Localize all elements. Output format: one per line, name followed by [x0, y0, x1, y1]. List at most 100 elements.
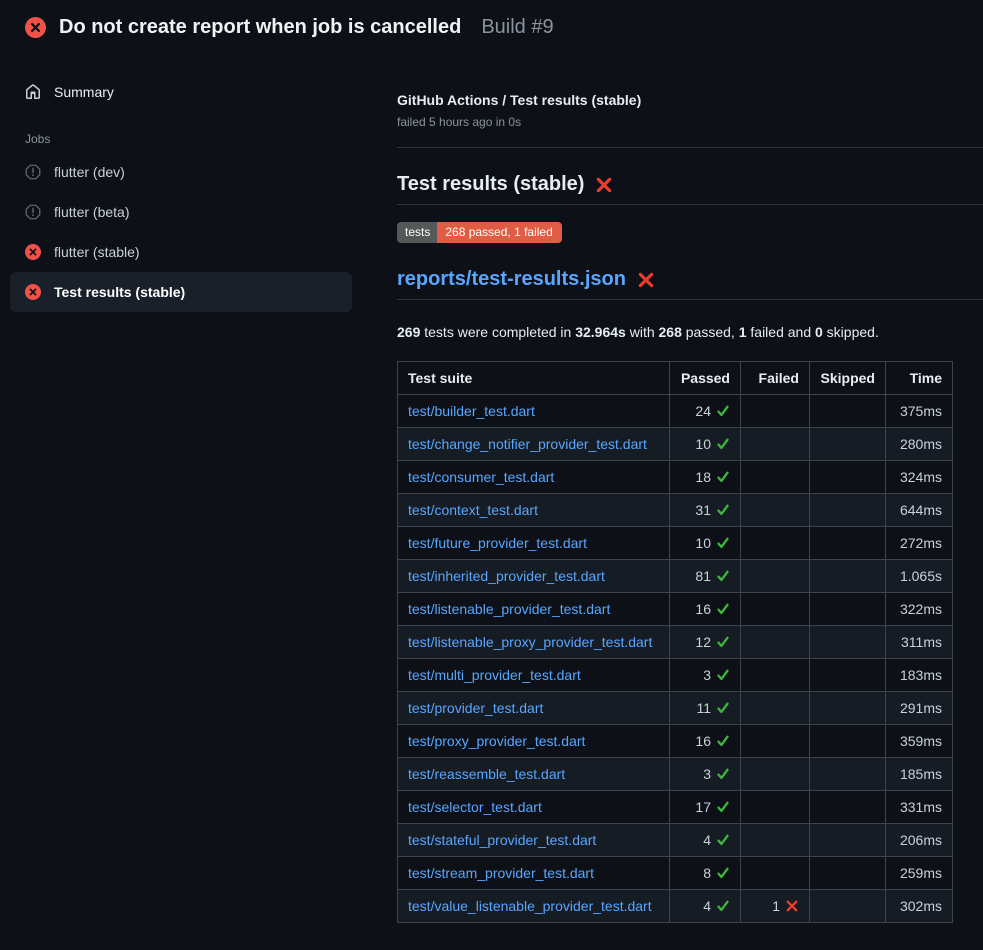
count-value: 4 [703, 832, 711, 848]
time-cell: 311ms [886, 626, 953, 659]
x-circle-icon [25, 244, 41, 260]
test-suite-link[interactable]: test/builder_test.dart [408, 403, 535, 419]
test-suite-link[interactable]: test/future_provider_test.dart [408, 535, 587, 551]
suite-cell: test/listenable_proxy_provider_test.dart [398, 626, 670, 659]
time-cell: 206ms [886, 824, 953, 857]
summary-text-part: 1 [739, 324, 747, 340]
table-row: test/future_provider_test.dart10272ms [398, 527, 953, 560]
time-cell: 183ms [886, 659, 953, 692]
skipped-cell [810, 692, 886, 725]
table-row: test/context_test.dart 31 644ms [398, 494, 953, 527]
passed-cell: 16 [670, 725, 741, 758]
test-suite-link[interactable]: test/stateful_provider_test.dart [408, 832, 596, 848]
tests-badge: tests 268 passed, 1 failed [397, 222, 562, 243]
passed-cell: 4 [670, 890, 741, 923]
test-suite-link[interactable]: test/context_test.dart [408, 502, 538, 518]
time-cell: 291ms [886, 692, 953, 725]
job-item-label: flutter (dev) [54, 163, 125, 181]
count-value: 3 [703, 766, 711, 782]
time-cell: 644ms [886, 494, 953, 527]
failed-cell [741, 626, 810, 659]
sidebar-job-item[interactable]: flutter (dev) [10, 152, 352, 192]
job-item-label: flutter (stable) [54, 243, 140, 261]
check-icon [716, 635, 730, 649]
skipped-cell [810, 494, 886, 527]
sidebar-job-item[interactable]: Test results (stable) [10, 272, 352, 312]
sidebar-job-item[interactable]: flutter (stable) [10, 232, 352, 272]
count-value: 8 [703, 865, 711, 881]
stop-octagon-icon [25, 204, 41, 220]
table-row: test/listenable_provider_test.dart16322m… [398, 593, 953, 626]
passed-cell: 10 [670, 527, 741, 560]
test-suite-link[interactable]: test/value_listenable_provider_test.dart [408, 898, 652, 914]
check-icon [716, 536, 730, 550]
column-header: Skipped [810, 362, 886, 395]
table-row: test/change_notifier_provider_test.dart1… [398, 428, 953, 461]
column-header: Passed [670, 362, 741, 395]
passed-cell: 17 [670, 791, 741, 824]
check-icon [716, 866, 730, 880]
badge-label: tests [397, 222, 437, 243]
test-suite-link[interactable]: test/multi_provider_test.dart [408, 667, 581, 683]
count-value: 1 [772, 898, 780, 914]
report-file-link[interactable]: reports/test-results.json [397, 268, 626, 291]
time-cell: 280ms [886, 428, 953, 461]
sidebar-jobs: flutter (dev) flutter (beta) flutter (stab… [10, 152, 352, 312]
count-value: 3 [703, 667, 711, 683]
cross-mark-icon [595, 176, 613, 194]
table-row: test/multi_provider_test.dart 3 183ms [398, 659, 953, 692]
test-suite-link[interactable]: test/consumer_test.dart [408, 469, 554, 485]
test-results-table: Test suitePassedFailedSkippedTime test/b… [397, 361, 953, 923]
suite-cell: test/change_notifier_provider_test.dart [398, 428, 670, 461]
skipped-cell [810, 791, 886, 824]
test-suite-link[interactable]: test/stream_provider_test.dart [408, 865, 594, 881]
suite-cell: test/provider_test.dart [398, 692, 670, 725]
failed-cell [741, 824, 810, 857]
sidebar-item-summary[interactable]: Summary [10, 76, 352, 108]
skipped-cell [810, 725, 886, 758]
summary-text-part: 0 [815, 324, 823, 340]
home-icon [25, 84, 41, 100]
skipped-cell [810, 527, 886, 560]
column-header: Time [886, 362, 953, 395]
count-value: 24 [695, 403, 711, 419]
test-suite-link[interactable]: test/listenable_proxy_provider_test.dart [408, 634, 652, 650]
failed-cell [741, 659, 810, 692]
time-cell: 331ms [886, 791, 953, 824]
column-header: Failed [741, 362, 810, 395]
suite-cell: test/stateful_provider_test.dart [398, 824, 670, 857]
test-suite-link[interactable]: test/selector_test.dart [408, 799, 542, 815]
failed-cell [741, 560, 810, 593]
summary-text-part: failed and [747, 324, 816, 340]
passed-cell: 8 [670, 857, 741, 890]
test-suite-link[interactable]: test/proxy_provider_test.dart [408, 733, 585, 749]
skipped-cell [810, 626, 886, 659]
test-suite-link[interactable]: test/change_notifier_provider_test.dart [408, 436, 647, 452]
suite-cell: test/multi_provider_test.dart [398, 659, 670, 692]
x-circle-icon [25, 17, 46, 38]
report-heading: reports/test-results.json [397, 268, 983, 300]
check-icon [716, 767, 730, 781]
failed-cell [741, 692, 810, 725]
test-suite-link[interactable]: test/provider_test.dart [408, 700, 543, 716]
run-header: Do not create report when job is cancell… [0, 0, 983, 50]
summary-text-part: 268 [659, 324, 682, 340]
passed-cell: 16 [670, 593, 741, 626]
test-suite-link[interactable]: test/inherited_provider_test.dart [408, 568, 605, 584]
suite-cell: test/selector_test.dart [398, 791, 670, 824]
skipped-cell [810, 395, 886, 428]
x-circle-icon [25, 284, 41, 300]
run-status-line: failed 5 hours ago in 0s [397, 114, 983, 130]
failed-cell [741, 791, 810, 824]
count-value: 11 [696, 700, 711, 716]
time-cell: 324ms [886, 461, 953, 494]
passed-cell: 31 [670, 494, 741, 527]
count-value: 18 [695, 469, 711, 485]
skipped-cell [810, 824, 886, 857]
breadcrumb: GitHub Actions / Test results (stable) [397, 90, 983, 110]
sidebar-job-item[interactable]: flutter (beta) [10, 192, 352, 232]
skipped-cell [810, 890, 886, 923]
test-suite-link[interactable]: test/reassemble_test.dart [408, 766, 565, 782]
test-suite-link[interactable]: test/listenable_provider_test.dart [408, 601, 610, 617]
failed-cell: 1 [741, 890, 810, 923]
